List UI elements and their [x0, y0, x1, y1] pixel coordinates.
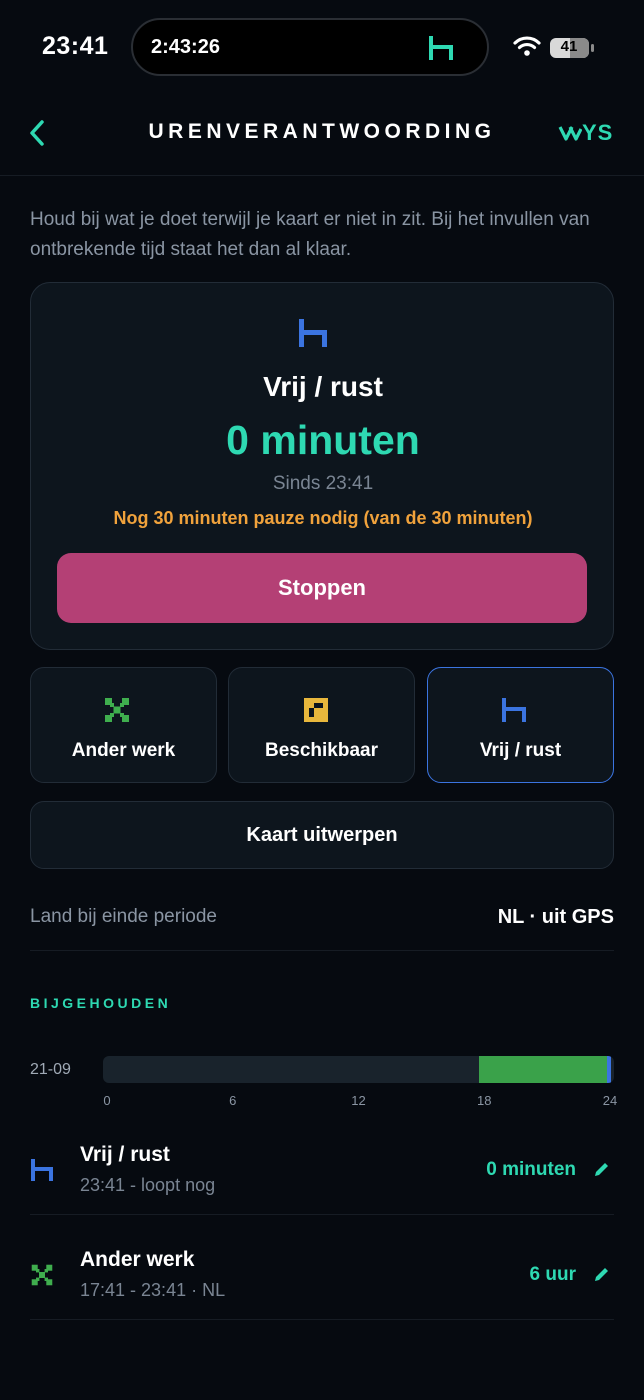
eject-card-button[interactable]: Kaart uitwerpen	[30, 801, 614, 869]
header-divider	[0, 175, 644, 176]
page-title: URENVERANTWOORDING	[148, 120, 496, 143]
entry-title: Ander werk	[80, 1248, 195, 1271]
land-value[interactable]: NL · uit GPS	[498, 906, 614, 929]
activity-button-vrij-rust[interactable]: Vrij / rust	[427, 667, 614, 783]
status-time: 23:41	[42, 32, 109, 60]
entry-title: Vrij / rust	[80, 1143, 170, 1166]
brand-logo: YS	[558, 120, 613, 146]
entry-row-vrij-rust[interactable]: Vrij / rust 23:41 - loopt nog 0 minuten	[30, 1128, 614, 1214]
timeline-tick-label: 0	[103, 1093, 111, 1108]
timeline-segment	[479, 1056, 608, 1083]
intro-text: Houd bij wat je doet terwijl je kaart er…	[30, 209, 590, 260]
bed-icon	[427, 34, 455, 67]
section-title-tracked: BIJGEHOUDEN	[30, 995, 172, 1011]
timeline-date: 21-09	[30, 1061, 71, 1078]
entry-duration: 0 minuten	[486, 1159, 576, 1180]
battery-icon: 41	[549, 37, 595, 64]
bed-icon	[30, 1158, 54, 1187]
land-divider	[30, 950, 614, 951]
pencil-icon[interactable]	[593, 1265, 611, 1288]
entry-divider	[30, 1319, 614, 1320]
entry-duration: 6 uur	[529, 1264, 576, 1285]
timeline-tick-label: 24	[602, 1093, 618, 1108]
pencil-icon[interactable]	[593, 1160, 611, 1183]
bed-icon	[297, 317, 329, 354]
current-activity-card: Vrij / rust 0 minuten Sinds 23:41 Nog 30…	[30, 282, 614, 650]
hammers-icon	[103, 696, 131, 729]
wifi-icon	[513, 35, 541, 62]
entry-subtitle: 23:41 - loopt nog	[80, 1175, 216, 1195]
timeline-tick-label: 12	[351, 1093, 366, 1108]
activity-button-ander-werk[interactable]: Ander werk	[30, 667, 217, 783]
activity-label: Ander werk	[71, 740, 176, 761]
dynamic-island[interactable]: 2:43:26	[131, 18, 489, 76]
island-timer: 2:43:26	[151, 36, 220, 58]
battery-level: 41	[560, 38, 578, 55]
bed-icon	[500, 696, 528, 729]
current-duration: 0 minuten	[226, 417, 420, 463]
activity-label: Beschikbaar	[264, 740, 378, 761]
available-icon	[302, 696, 330, 729]
entry-subtitle: 17:41 - 23:41 · NL	[80, 1280, 226, 1300]
stop-button[interactable]: Stoppen	[57, 553, 587, 623]
current-since: Sinds 23:41	[272, 473, 374, 494]
land-label: Land bij einde periode	[30, 906, 217, 927]
entry-row-ander-werk[interactable]: Ander werk 17:41 - 23:41 · NL 6 uur	[30, 1233, 614, 1319]
hammers-icon	[30, 1263, 54, 1292]
brand-text: YS	[582, 120, 614, 145]
current-activity-name: Vrij / rust	[263, 371, 383, 402]
entry-divider	[30, 1214, 614, 1215]
timeline-tick-label: 6	[229, 1093, 237, 1108]
timeline-segment	[607, 1056, 611, 1083]
activity-label: Vrij / rust	[479, 740, 562, 761]
brand-mark-icon	[558, 126, 582, 141]
activity-button-beschikbaar[interactable]: Beschikbaar	[228, 667, 415, 783]
timeline-tick-label: 18	[477, 1093, 492, 1108]
timeline-track	[103, 1056, 614, 1083]
pause-warning: Nog 30 minuten pauze nodig (van de 30 mi…	[113, 508, 533, 528]
